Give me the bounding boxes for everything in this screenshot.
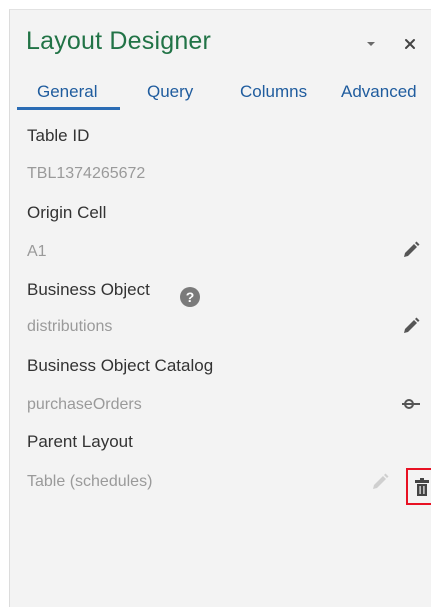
catalog-key-icon	[402, 399, 420, 409]
active-tab-indicator	[17, 107, 120, 110]
business-object-value: distributions	[27, 318, 113, 335]
origin-cell-value: A1	[27, 243, 47, 260]
parent-layout-label: Parent Layout	[27, 432, 133, 451]
business-object-catalog-label: Business Object Catalog	[27, 356, 214, 375]
delete-parent-layout-button[interactable]	[406, 468, 431, 505]
origin-cell-label: Origin Cell	[27, 203, 107, 222]
help-icon[interactable]: ?	[180, 287, 200, 307]
pencil-icon	[373, 473, 389, 489]
table-id-label: Table ID	[27, 126, 90, 145]
business-object-label: Business Object	[27, 280, 150, 299]
trash-icon	[414, 477, 429, 496]
parent-layout-value: Table (schedules)	[27, 473, 153, 490]
pane-options-button[interactable]	[357, 29, 385, 59]
business-object-catalog-value: purchaseOrders	[27, 396, 142, 413]
caret-down-icon	[367, 42, 375, 46]
layout-designer-pane: Layout Designer General Query Columns Ad…	[9, 9, 431, 607]
pencil-icon	[404, 317, 420, 333]
close-icon	[405, 39, 415, 49]
pane-title: Layout Designer	[26, 27, 212, 55]
tab-general[interactable]: General	[37, 82, 97, 102]
edit-parent-layout-button[interactable]	[368, 470, 392, 494]
edit-business-object-button[interactable]	[399, 314, 423, 338]
tab-bar: General Query Columns Advanced	[10, 82, 431, 118]
edit-origin-cell-button[interactable]	[399, 238, 423, 262]
tab-query[interactable]: Query	[147, 82, 193, 102]
tab-advanced[interactable]: Advanced	[341, 82, 417, 102]
catalog-link-button[interactable]	[399, 392, 423, 416]
pencil-icon	[404, 241, 420, 257]
table-id-value: TBL1374265672	[27, 165, 146, 182]
tab-columns[interactable]: Columns	[240, 82, 307, 102]
close-button[interactable]	[396, 29, 424, 59]
